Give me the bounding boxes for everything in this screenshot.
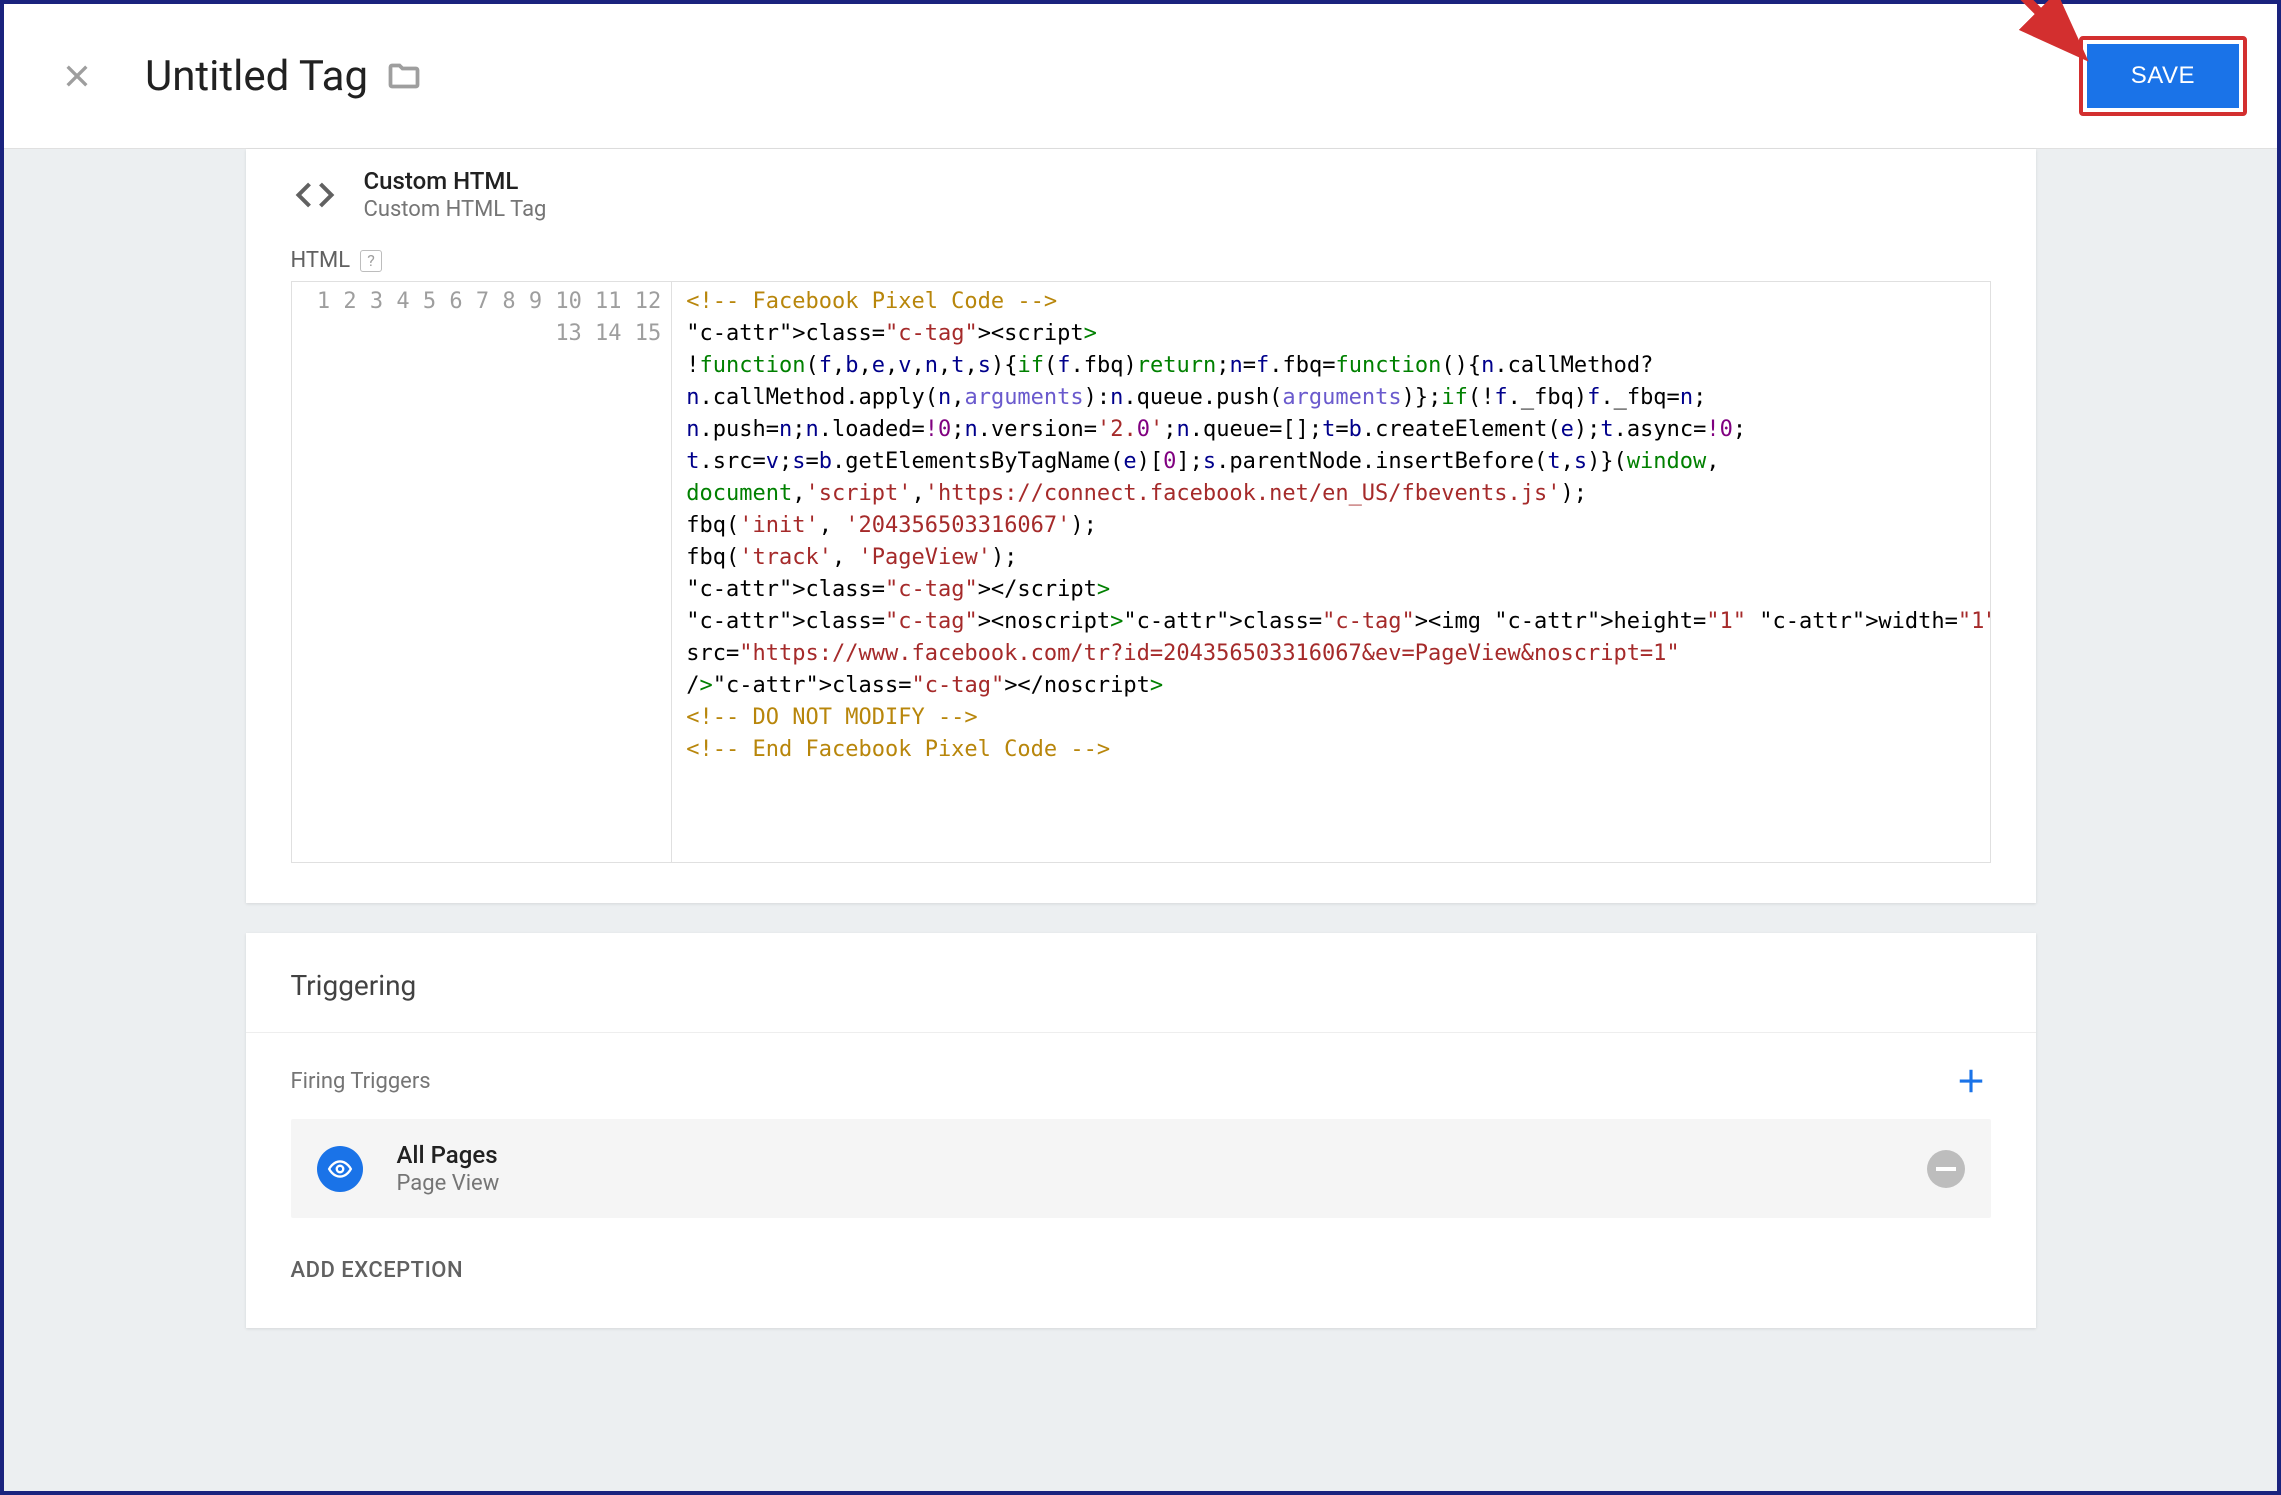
save-highlight: SAVE — [2079, 36, 2247, 116]
page-title[interactable]: Untitled Tag — [145, 52, 368, 101]
tag-type-title: Custom HTML — [364, 167, 547, 195]
trigger-name: All Pages — [397, 1141, 500, 1169]
trigger-row[interactable]: All Pages Page View — [291, 1119, 1991, 1218]
line-number-gutter: 1 2 3 4 5 6 7 8 9 10 11 12 13 14 15 — [292, 282, 673, 862]
add-trigger-button[interactable] — [1951, 1061, 1991, 1101]
triggering-section-title: Triggering — [246, 969, 2036, 1032]
editor-header: Untitled Tag SAVE — [4, 4, 2277, 149]
firing-triggers-label: Firing Triggers — [291, 1069, 431, 1094]
tag-config-panel: Custom HTML Custom HTML Tag HTML ? 1 2 3… — [246, 149, 2036, 903]
tag-type-subtitle: Custom HTML Tag — [364, 197, 547, 222]
triggering-panel: Triggering Firing Triggers All Pages Pag… — [246, 933, 2036, 1328]
html-code-editor[interactable]: 1 2 3 4 5 6 7 8 9 10 11 12 13 14 15 <!--… — [292, 282, 1990, 862]
help-icon[interactable]: ? — [360, 250, 382, 272]
save-button[interactable]: SAVE — [2087, 44, 2239, 108]
code-brackets-icon — [291, 171, 339, 219]
pageview-icon — [317, 1146, 363, 1192]
folder-icon[interactable] — [386, 58, 422, 94]
code-content[interactable]: <!-- Facebook Pixel Code --> "c-attr">cl… — [672, 282, 1989, 862]
add-exception-button[interactable]: ADD EXCEPTION — [246, 1248, 509, 1283]
html-field-label: HTML — [291, 248, 351, 273]
close-icon[interactable] — [59, 58, 95, 94]
remove-trigger-button[interactable] — [1927, 1150, 1965, 1188]
trigger-type: Page View — [397, 1171, 500, 1196]
